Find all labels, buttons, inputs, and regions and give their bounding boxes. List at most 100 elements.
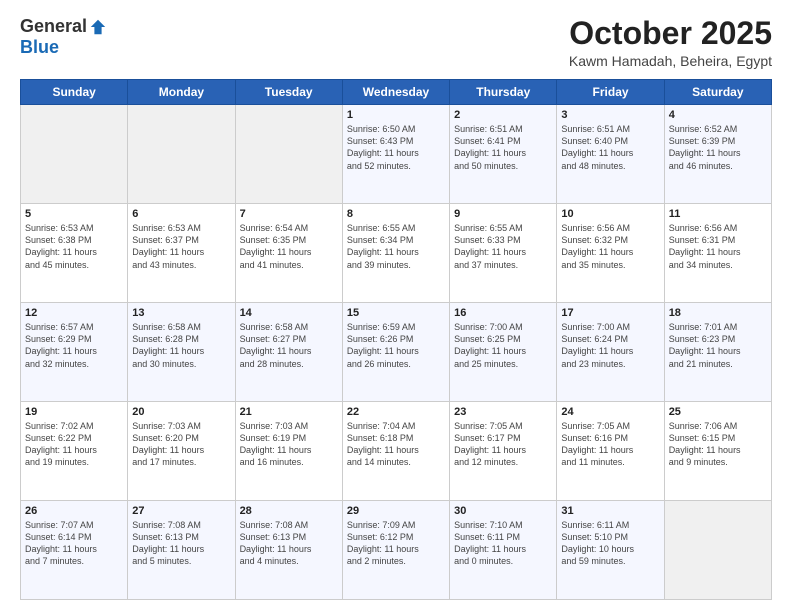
calendar-cell: 19Sunrise: 7:02 AM Sunset: 6:22 PM Dayli… [21, 402, 128, 501]
calendar-cell: 17 Sunrise: 7:00 AM Sunset: 6:24 PM Dayli… [557, 303, 664, 402]
day-header-friday: Friday [557, 80, 664, 105]
day-header-tuesday: Tuesday [235, 80, 342, 105]
day-number: 4 [669, 109, 767, 121]
calendar-cell: 22 Sunrise: 7:04 AM Sunset: 6:18 PM Dayli… [342, 402, 449, 501]
location: Kawm Hamadah, Beheira, Egypt [569, 53, 772, 69]
day-number: 17 [561, 307, 659, 319]
day-header-thursday: Thursday [450, 80, 557, 105]
calendar-cell: 4 Sunrise: 6:52 AM Sunset: 6:39 PM Daylig… [664, 105, 771, 204]
calendar-cell: 27 Sunrise: 7:08 AM Sunset: 6:13 PM Dayli… [128, 501, 235, 600]
day-info: Sunrise: 7:06 AM Sunset: 6:15 PM Dayligh… [669, 420, 767, 469]
calendar-cell: 18 Sunrise: 7:01 AM Sunset: 6:23 PM Dayli… [664, 303, 771, 402]
calendar-cell: 24 Sunrise: 7:05 AM Sunset: 6:16 PM Dayli… [557, 402, 664, 501]
day-info: Sunrise: 7:03 AM Sunset: 6:19 PM Dayligh… [240, 420, 338, 469]
day-info: Sunrise: 7:09 AM Sunset: 6:12 PM Dayligh… [347, 519, 445, 568]
calendar-cell: 2Sunrise: 6:51 AM Sunset: 6:41 PM Daylig… [450, 105, 557, 204]
calendar-cell [235, 105, 342, 204]
calendar-cell: 1Sunrise: 6:50 AM Sunset: 6:43 PM Daylig… [342, 105, 449, 204]
day-info: Sunrise: 6:55 AM Sunset: 6:34 PM Dayligh… [347, 222, 445, 271]
day-info: Sunrise: 7:00 AM Sunset: 6:24 PM Dayligh… [561, 321, 659, 370]
calendar-cell [664, 501, 771, 600]
calendar-cell: 16 Sunrise: 7:00 AM Sunset: 6:25 PM Dayli… [450, 303, 557, 402]
calendar-cell: 25 Sunrise: 7:06 AM Sunset: 6:15 PM Dayli… [664, 402, 771, 501]
day-info: Sunrise: 6:52 AM Sunset: 6:39 PM Dayligh… [669, 123, 767, 172]
day-number: 27 [132, 505, 230, 517]
day-number: 23 [454, 406, 552, 418]
calendar-cell: 15 Sunrise: 6:59 AM Sunset: 6:26 PM Dayli… [342, 303, 449, 402]
day-info: Sunrise: 6:53 AM Sunset: 6:38 PM Dayligh… [25, 222, 123, 271]
header: General Blue October 2025 Kawm Hamadah, … [20, 16, 772, 69]
calendar-cell: 20 Sunrise: 7:03 AM Sunset: 6:20 PM Dayli… [128, 402, 235, 501]
day-number: 22 [347, 406, 445, 418]
day-info: Sunrise: 6:50 AM Sunset: 6:43 PM Dayligh… [347, 123, 445, 172]
calendar-cell: 21 Sunrise: 7:03 AM Sunset: 6:19 PM Dayli… [235, 402, 342, 501]
logo: General Blue [20, 16, 107, 58]
day-info: Sunrise: 7:00 AM Sunset: 6:25 PM Dayligh… [454, 321, 552, 370]
calendar-header-row: SundayMondayTuesdayWednesdayThursdayFrid… [21, 80, 772, 105]
day-info: Sunrise: 7:01 AM Sunset: 6:23 PM Dayligh… [669, 321, 767, 370]
day-number: 18 [669, 307, 767, 319]
day-number: 21 [240, 406, 338, 418]
day-number: 20 [132, 406, 230, 418]
calendar-table: SundayMondayTuesdayWednesdayThursdayFrid… [20, 79, 772, 600]
day-info: Sunrise: 7:10 AM Sunset: 6:11 PM Dayligh… [454, 519, 552, 568]
calendar-week-2: 5Sunrise: 6:53 AM Sunset: 6:38 PM Daylig… [21, 204, 772, 303]
day-number: 11 [669, 208, 767, 220]
day-info: Sunrise: 6:53 AM Sunset: 6:37 PM Dayligh… [132, 222, 230, 271]
day-number: 6 [132, 208, 230, 220]
calendar-week-3: 12 Sunrise: 6:57 AM Sunset: 6:29 PM Dayli… [21, 303, 772, 402]
day-info: Sunrise: 6:55 AM Sunset: 6:33 PM Dayligh… [454, 222, 552, 271]
day-number: 16 [454, 307, 552, 319]
day-info: Sunrise: 6:54 AM Sunset: 6:35 PM Dayligh… [240, 222, 338, 271]
day-info: Sunrise: 7:04 AM Sunset: 6:18 PM Dayligh… [347, 420, 445, 469]
calendar-cell: 13Sunrise: 6:58 AM Sunset: 6:28 PM Dayli… [128, 303, 235, 402]
calendar-week-1: 1Sunrise: 6:50 AM Sunset: 6:43 PM Daylig… [21, 105, 772, 204]
calendar-cell [21, 105, 128, 204]
day-number: 15 [347, 307, 445, 319]
calendar-cell: 3 Sunrise: 6:51 AM Sunset: 6:40 PM Daylig… [557, 105, 664, 204]
calendar-cell: 14Sunrise: 6:58 AM Sunset: 6:27 PM Dayli… [235, 303, 342, 402]
day-number: 10 [561, 208, 659, 220]
day-info: Sunrise: 7:03 AM Sunset: 6:20 PM Dayligh… [132, 420, 230, 469]
calendar-cell: 29Sunrise: 7:09 AM Sunset: 6:12 PM Dayli… [342, 501, 449, 600]
day-number: 3 [561, 109, 659, 121]
day-number: 28 [240, 505, 338, 517]
calendar-cell: 30 Sunrise: 7:10 AM Sunset: 6:11 PM Dayli… [450, 501, 557, 600]
day-info: Sunrise: 6:59 AM Sunset: 6:26 PM Dayligh… [347, 321, 445, 370]
day-number: 31 [561, 505, 659, 517]
logo-icon [89, 18, 107, 36]
day-header-sunday: Sunday [21, 80, 128, 105]
day-header-saturday: Saturday [664, 80, 771, 105]
day-number: 12 [25, 307, 123, 319]
day-number: 14 [240, 307, 338, 319]
calendar-cell: 31 Sunrise: 6:11 AM Sunset: 5:10 PM Dayli… [557, 501, 664, 600]
day-info: Sunrise: 7:05 AM Sunset: 6:16 PM Dayligh… [561, 420, 659, 469]
calendar-cell: 23Sunrise: 7:05 AM Sunset: 6:17 PM Dayli… [450, 402, 557, 501]
calendar-cell: 5Sunrise: 6:53 AM Sunset: 6:38 PM Daylig… [21, 204, 128, 303]
day-number: 2 [454, 109, 552, 121]
logo-general-text: General [20, 16, 87, 37]
logo-blue-text: Blue [20, 37, 59, 58]
day-info: Sunrise: 7:08 AM Sunset: 6:13 PM Dayligh… [132, 519, 230, 568]
day-info: Sunrise: 6:51 AM Sunset: 6:40 PM Dayligh… [561, 123, 659, 172]
day-info: Sunrise: 6:11 AM Sunset: 5:10 PM Dayligh… [561, 519, 659, 568]
day-number: 8 [347, 208, 445, 220]
day-number: 13 [132, 307, 230, 319]
calendar-cell: 9 Sunrise: 6:55 AM Sunset: 6:33 PM Daylig… [450, 204, 557, 303]
day-number: 7 [240, 208, 338, 220]
calendar-cell: 11 Sunrise: 6:56 AM Sunset: 6:31 PM Dayli… [664, 204, 771, 303]
day-info: Sunrise: 7:07 AM Sunset: 6:14 PM Dayligh… [25, 519, 123, 568]
day-info: Sunrise: 7:08 AM Sunset: 6:13 PM Dayligh… [240, 519, 338, 568]
day-info: Sunrise: 6:56 AM Sunset: 6:31 PM Dayligh… [669, 222, 767, 271]
page: General Blue October 2025 Kawm Hamadah, … [0, 0, 792, 612]
day-number: 24 [561, 406, 659, 418]
calendar-week-5: 26Sunrise: 7:07 AM Sunset: 6:14 PM Dayli… [21, 501, 772, 600]
calendar-cell: 7 Sunrise: 6:54 AM Sunset: 6:35 PM Daylig… [235, 204, 342, 303]
calendar-cell: 12 Sunrise: 6:57 AM Sunset: 6:29 PM Dayli… [21, 303, 128, 402]
day-number: 25 [669, 406, 767, 418]
calendar-week-4: 19Sunrise: 7:02 AM Sunset: 6:22 PM Dayli… [21, 402, 772, 501]
day-number: 9 [454, 208, 552, 220]
day-info: Sunrise: 6:57 AM Sunset: 6:29 PM Dayligh… [25, 321, 123, 370]
day-info: Sunrise: 7:02 AM Sunset: 6:22 PM Dayligh… [25, 420, 123, 469]
day-number: 30 [454, 505, 552, 517]
